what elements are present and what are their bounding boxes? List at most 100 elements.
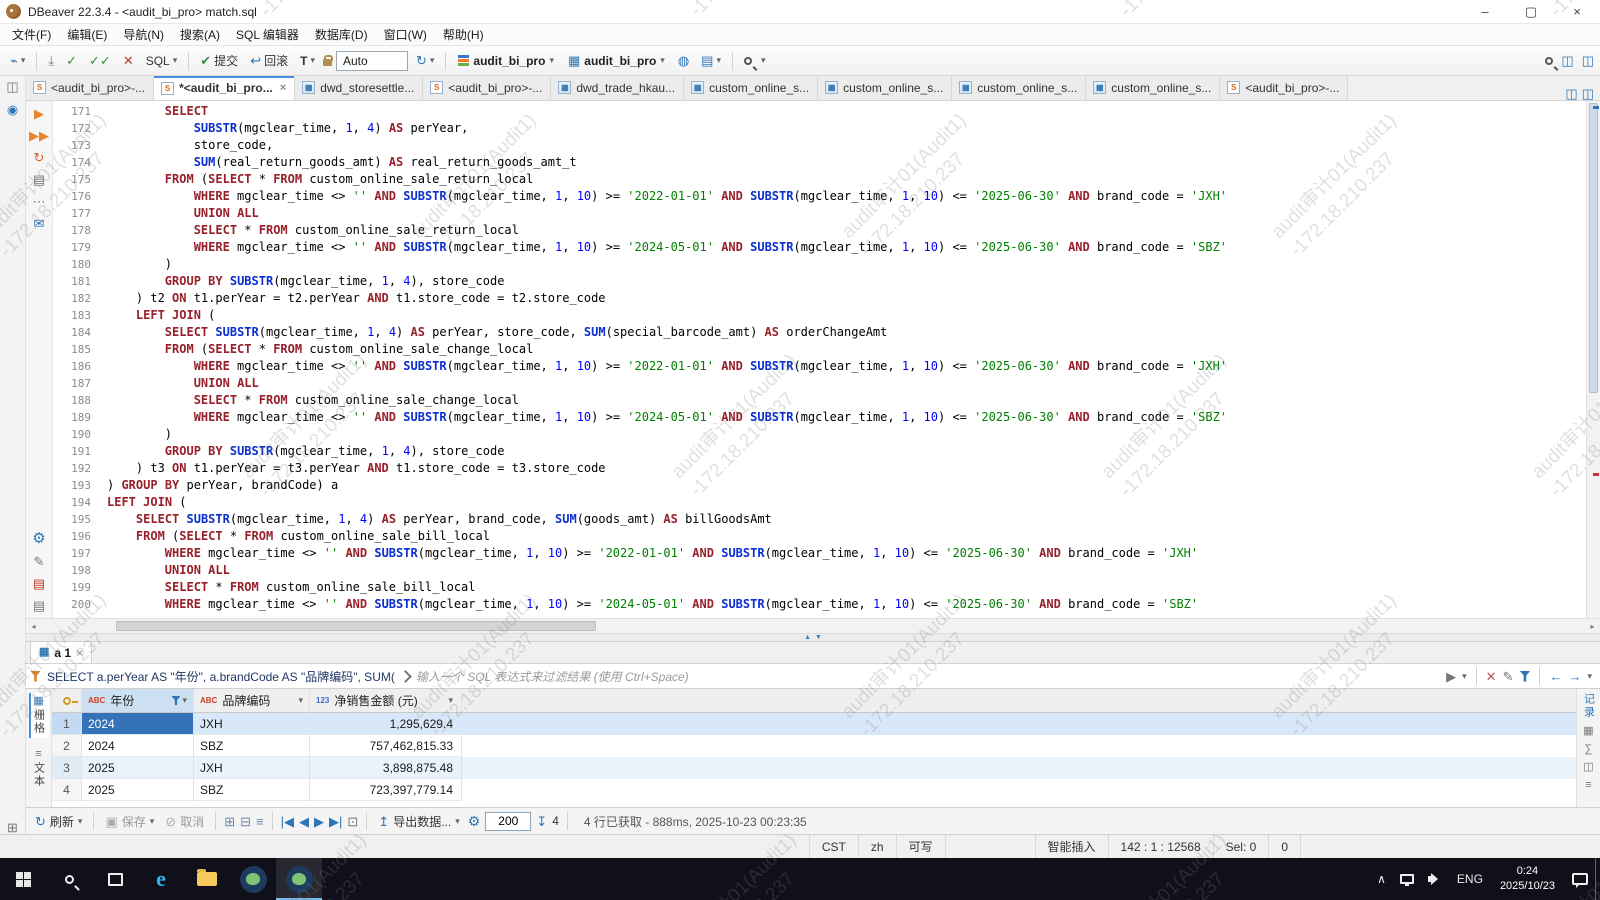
chevron-down-icon[interactable]: ▾ <box>182 695 187 706</box>
hidden-icons-button[interactable]: ∧ <box>1370 858 1393 900</box>
result-grid[interactable]: ABC年份▾ABC品牌编码▾123净销售金额 (元)▾ 12024JXH1,295… <box>52 689 1576 807</box>
editor-tab[interactable]: ▦custom_online_s... <box>818 76 952 100</box>
chevron-down-icon[interactable]: ▾ <box>1462 671 1467 682</box>
editor-tab[interactable]: ▦custom_online_s... <box>684 76 818 100</box>
clear-button[interactable]: ✕ <box>119 51 138 70</box>
text-view-tab[interactable]: ≡ 文本 <box>29 746 49 791</box>
editor-tab[interactable]: S<audit_bi_pro>-... <box>1220 76 1348 100</box>
record-mode-toggle[interactable]: 记录 <box>1581 693 1597 719</box>
row-number[interactable]: 2 <box>52 735 82 757</box>
sash-up-icon[interactable]: ▲ <box>804 634 811 641</box>
validate-button[interactable]: ✓✓ <box>85 51 115 70</box>
grid-cell[interactable]: JXH <box>194 713 310 735</box>
fetch-button[interactable]: ⤓ <box>44 51 58 70</box>
history-button[interactable]: ↻▾ <box>412 51 438 70</box>
history-back-icon[interactable]: ← <box>1549 670 1562 683</box>
filter-input[interactable]: 输入一个 SQL 表达式来过滤结果 (使用 Ctrl+Space) <box>416 668 1440 685</box>
menu-item[interactable]: SQL 编辑器 <box>228 24 307 45</box>
expand-filter-icon[interactable] <box>399 670 412 683</box>
editor-vertical-scrollbar[interactable] <box>1586 101 1600 618</box>
column-header[interactable]: ABC品牌编码▾ <box>194 689 310 713</box>
close-icon[interactable]: × <box>76 646 83 660</box>
maximize-editor-icon[interactable]: ◫ <box>1582 87 1594 100</box>
fetch-next-icon[interactable]: ↧ <box>536 815 547 828</box>
grid-cell[interactable]: SBZ <box>194 779 310 801</box>
row-number[interactable]: 3 <box>52 757 82 779</box>
checker-button[interactable]: ✓ <box>62 51 81 70</box>
column-header[interactable]: ABC年份▾ <box>82 689 194 713</box>
sql-editor[interactable]: 1711721731741751761771781791801811821831… <box>53 101 1600 618</box>
editor-tab[interactable]: S<audit_bi_pro>-... <box>423 76 551 100</box>
grid-cell[interactable]: 757,462,815.33 <box>310 735 462 757</box>
document-icon[interactable]: ▤ <box>33 599 45 612</box>
value-viewer-icon[interactable]: ▦ <box>1583 726 1593 737</box>
calc-panel-icon[interactable]: ∑ <box>1585 744 1593 755</box>
explain-plan-icon[interactable]: ▤ <box>33 173 45 186</box>
sql-dropdown[interactable]: SQL▾ <box>142 51 182 71</box>
scrollbar-thumb[interactable] <box>116 621 596 631</box>
grid-cell[interactable]: 1,295,629.4 <box>310 713 462 735</box>
row-number[interactable]: 4 <box>52 779 82 801</box>
references-panel-icon[interactable]: ≡ <box>1585 780 1591 791</box>
database-navigator-icon[interactable]: ◉ <box>7 103 18 116</box>
delete-row-icon[interactable]: ≡ <box>256 815 264 828</box>
connection-type-button[interactable]: ⌁▾ <box>6 51 29 70</box>
refresh-button[interactable]: ↻ 刷新 ▾ <box>32 811 85 832</box>
edit-document-icon[interactable]: ✎ <box>34 555 45 568</box>
show-desktop-button[interactable] <box>1595 858 1600 900</box>
last-page-icon[interactable]: ▶| <box>329 815 342 828</box>
duplicate-row-icon[interactable]: ⊟ <box>240 815 251 828</box>
edit-filter-icon[interactable]: ✎ <box>1503 670 1514 683</box>
taskbar-clock[interactable]: 0:24 2025/10/23 <box>1490 864 1565 894</box>
display-tray-icon[interactable] <box>1393 858 1421 900</box>
editor-horizontal-scrollbar[interactable]: ◂ ▸ <box>26 618 1600 633</box>
rollback-button[interactable]: ↩回滚 <box>246 49 292 72</box>
refresh-result-icon[interactable]: ↻ <box>34 151 45 164</box>
metadata-panel-icon[interactable]: ◫ <box>1583 762 1593 773</box>
grid-cell[interactable]: 723,397,779.14 <box>310 779 462 801</box>
notification-center-button[interactable] <box>1565 858 1595 900</box>
clear-filter-icon[interactable]: ✕ <box>1486 670 1497 683</box>
editor-tab[interactable]: ▦dwd_storesettle... <box>295 76 423 100</box>
menu-item[interactable]: 文件(F) <box>4 24 59 45</box>
dashboard-button[interactable]: ▤▾ <box>697 51 725 70</box>
edge-browser-button[interactable]: e <box>138 858 184 900</box>
close-button[interactable]: × <box>1554 0 1600 23</box>
menu-item[interactable]: 搜索(A) <box>172 24 228 45</box>
row-number[interactable]: 1 <box>52 713 82 735</box>
editor-tab[interactable]: S*<audit_bi_pro...× <box>154 76 295 100</box>
outline-pane-icon[interactable]: ⊞ <box>7 821 18 834</box>
apply-filter-icon[interactable]: ▶ <box>1446 670 1456 683</box>
maximize-button[interactable]: ▢ <box>1508 0 1554 23</box>
quick-access-search-icon[interactable] <box>1545 57 1553 65</box>
chevron-down-icon[interactable]: ▾ <box>448 695 453 706</box>
language-indicator[interactable]: ENG <box>1450 858 1490 900</box>
scrollbar-thumb[interactable] <box>1589 103 1598 393</box>
settings-gear-icon[interactable]: ⚙ <box>32 531 45 546</box>
fetch-size-input[interactable] <box>485 812 531 831</box>
editor-tab[interactable]: ▦custom_online_s... <box>1086 76 1220 100</box>
start-button[interactable] <box>0 858 46 900</box>
grid-cell[interactable]: SBZ <box>194 735 310 757</box>
isolation-combo[interactable]: Auto <box>336 51 408 71</box>
save-button[interactable]: ▣ 保存 ▾ <box>102 811 157 832</box>
chevron-down-icon[interactable]: ▾ <box>298 695 303 706</box>
task-view-button[interactable] <box>92 858 138 900</box>
scroll-left-icon[interactable]: ◂ <box>26 622 41 631</box>
grid-cell[interactable]: 2024 <box>82 735 194 757</box>
column-header[interactable]: 123净销售金额 (元)▾ <box>310 689 462 713</box>
grid-cell[interactable]: 2024 <box>82 713 194 735</box>
editor-tab[interactable]: ▦custom_online_s... <box>952 76 1086 100</box>
column-filter-icon[interactable] <box>171 696 180 705</box>
transaction-mode-dropdown[interactable]: T▾ <box>296 51 319 71</box>
grid-view-tab[interactable]: ▦ 栅格 <box>29 693 49 738</box>
editor-results-sash[interactable]: ▲ ▼ <box>26 633 1600 642</box>
result-settings-gear-icon[interactable]: ⚙ <box>468 814 481 828</box>
restore-pane-icon[interactable]: ◫ <box>6 80 18 93</box>
editor-tab[interactable]: ▦dwd_trade_hkau... <box>551 76 684 100</box>
prev-page-icon[interactable]: ◀ <box>299 815 309 828</box>
grid-cell[interactable]: 3,898,875.48 <box>310 757 462 779</box>
next-page-icon[interactable]: ▶ <box>314 815 324 828</box>
first-page-icon[interactable]: |◀ <box>281 815 294 828</box>
taskbar-search-button[interactable] <box>46 858 92 900</box>
